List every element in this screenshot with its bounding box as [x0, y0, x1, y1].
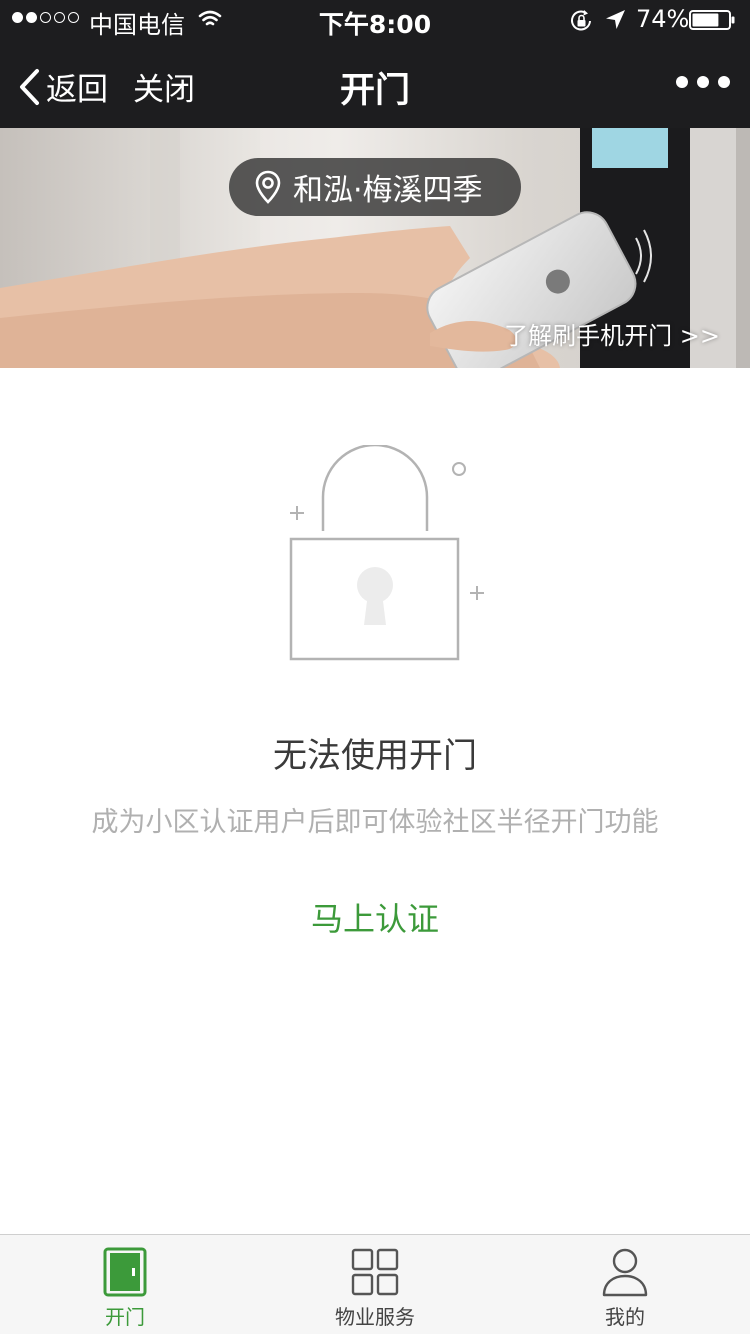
tab-label: 我的 [605, 1305, 645, 1329]
more-dot-icon [697, 76, 709, 88]
navigation-bar: 返回 关闭 开门 [0, 40, 750, 128]
more-options-button[interactable] [676, 76, 730, 88]
banner: 和泓·梅溪四季 了解刷手机开门 >> [0, 128, 750, 368]
battery-percentage: 74% [636, 5, 690, 33]
page-title: 开门 [339, 71, 410, 111]
community-name: 和泓·梅溪四季 [293, 173, 483, 208]
more-dot-icon [718, 76, 730, 88]
location-pin-icon [255, 170, 281, 204]
tab-label: 物业服务 [335, 1305, 415, 1329]
close-button[interactable]: 关闭 [133, 64, 195, 109]
tab-open-door[interactable]: 开门 [0, 1235, 250, 1335]
community-selector[interactable]: 和泓·梅溪四季 [229, 158, 521, 216]
unavailable-title: 无法使用开门 [273, 736, 477, 776]
orientation-lock-icon [571, 10, 591, 31]
tab-me[interactable]: 我的 [500, 1235, 750, 1335]
more-dot-icon [676, 76, 688, 88]
learn-more-link[interactable]: 了解刷手机开门 >> [504, 316, 720, 351]
door-icon [103, 1247, 147, 1297]
battery-icon [689, 10, 735, 30]
grid-icon [351, 1248, 399, 1296]
tab-label: 开门 [105, 1305, 145, 1329]
user-icon [602, 1248, 648, 1297]
status-bar: 中国电信 下午8:00 74% [0, 0, 750, 40]
lock-icon [289, 445, 484, 661]
chevron-left-icon [20, 68, 39, 105]
unavailable-description: 成为小区认证用户后即可体验社区半径开门功能 [91, 807, 659, 838]
tab-bar: 开门 物业服务 我的 [0, 1234, 750, 1334]
back-label: 返回 [46, 72, 108, 108]
location-arrow-icon [606, 10, 625, 29]
tab-property-services[interactable]: 物业服务 [250, 1235, 500, 1335]
verify-now-link[interactable]: 马上认证 [0, 894, 750, 940]
back-button[interactable]: 返回 [18, 64, 108, 109]
